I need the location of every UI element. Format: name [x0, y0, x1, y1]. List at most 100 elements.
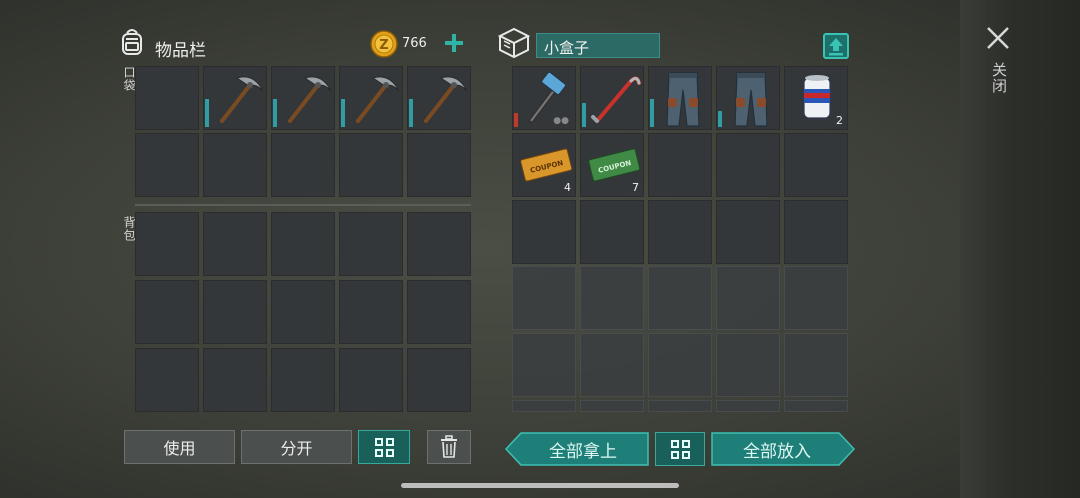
container-slot[interactable] — [716, 133, 780, 197]
container-name: 小盒子 — [544, 39, 590, 57]
backpack-slot[interactable] — [203, 212, 267, 276]
upload-button[interactable] — [822, 32, 850, 60]
container-slot[interactable] — [784, 133, 848, 197]
backpack-slot[interactable] — [135, 212, 199, 276]
backpack-slot[interactable] — [271, 212, 335, 276]
container-slot[interactable] — [716, 200, 780, 264]
close-label[interactable]: 关闭 — [989, 62, 1010, 94]
durability-bar — [582, 103, 586, 127]
durability-bar — [718, 111, 722, 127]
pocket-slot-empty[interactable] — [407, 133, 471, 197]
trash-button[interactable] — [427, 430, 471, 464]
grid-icon — [374, 437, 394, 457]
sort-grid-button[interactable] — [358, 430, 410, 464]
pickaxe-icon — [424, 76, 468, 123]
put-all-button[interactable]: 全部放入 — [711, 432, 855, 466]
container-slot-pants[interactable] — [716, 66, 780, 130]
pants-icon — [666, 72, 700, 127]
pickaxe-icon — [220, 76, 264, 123]
container-slot-coupon[interactable]: COUPON 4 — [512, 133, 576, 197]
container-slot-pants[interactable] — [648, 66, 712, 130]
durability-bar — [514, 113, 518, 127]
backpack-slot[interactable] — [339, 212, 403, 276]
durability-bar — [650, 99, 654, 127]
take-all-label: 全部拿上 — [549, 441, 617, 462]
container-slot[interactable] — [580, 200, 644, 264]
pocket-slot-empty[interactable] — [203, 133, 267, 197]
pickaxe-icon — [356, 76, 400, 123]
crowbar-icon — [591, 76, 641, 123]
grid-icon — [670, 439, 690, 459]
locked-slot — [784, 400, 848, 412]
coin-icon: Z — [370, 30, 398, 58]
right-band — [960, 0, 1080, 498]
backpack-slot[interactable] — [407, 280, 471, 344]
backpack-slot[interactable] — [135, 348, 199, 412]
container-slot-crowbar[interactable] — [580, 66, 644, 130]
backpack-slot[interactable] — [135, 280, 199, 344]
container-slot-coupon[interactable]: COUPON 7 — [580, 133, 644, 197]
trash-icon — [441, 435, 457, 458]
split-button[interactable]: 分开 — [241, 430, 352, 464]
add-coins-button[interactable] — [443, 32, 465, 54]
close-button[interactable] — [984, 24, 1012, 52]
durability-bar — [205, 99, 209, 127]
coin-amount: 766 — [402, 36, 427, 51]
container-slot[interactable] — [512, 200, 576, 264]
pickaxe-icon — [288, 76, 332, 123]
backpack-slot[interactable] — [407, 348, 471, 412]
backpack-slot[interactable] — [203, 348, 267, 412]
container-slot[interactable] — [648, 133, 712, 197]
take-all-button[interactable]: 全部拿上 — [505, 432, 649, 466]
pocket-slot-pickaxe[interactable] — [203, 66, 267, 130]
container-slot[interactable] — [784, 200, 848, 264]
backpack-slot[interactable] — [407, 212, 471, 276]
container-slot[interactable] — [648, 200, 712, 264]
use-button[interactable]: 使用 — [124, 430, 235, 464]
container-sort-button[interactable] — [655, 432, 705, 466]
backpack-icon — [116, 26, 148, 58]
locked-slot — [716, 400, 780, 412]
container-slot-hammer[interactable]: ●● — [512, 66, 576, 130]
container-name-field[interactable]: 小盒子 — [536, 33, 660, 58]
section-divider — [135, 204, 471, 206]
pocket-slot-empty[interactable] — [271, 133, 335, 197]
put-all-label: 全部放入 — [743, 441, 811, 462]
locked-slot — [580, 266, 644, 330]
item-quantity: 7 — [632, 181, 639, 194]
dots-icon: ●● — [553, 116, 569, 126]
locked-slot — [580, 400, 644, 412]
upload-icon — [823, 33, 849, 59]
locked-slot — [784, 333, 848, 397]
backpack-slot[interactable] — [339, 280, 403, 344]
locked-slot — [784, 266, 848, 330]
locked-slot — [512, 266, 576, 330]
item-quantity: 4 — [564, 181, 571, 194]
pocket-slot-empty[interactable] — [339, 133, 403, 197]
locked-slot — [648, 400, 712, 412]
container-slot-beer[interactable]: 2 — [784, 66, 848, 130]
pants-icon — [734, 72, 768, 127]
backpack-slot[interactable] — [271, 280, 335, 344]
locked-slot — [512, 400, 576, 412]
home-indicator[interactable] — [401, 483, 679, 488]
durability-bar — [273, 99, 277, 127]
pocket-slot-pickaxe[interactable] — [339, 66, 403, 130]
beer-can-icon — [803, 75, 831, 119]
backpack-slot[interactable] — [271, 348, 335, 412]
svg-text:Z: Z — [379, 38, 388, 53]
locked-slot — [648, 333, 712, 397]
locked-slot — [512, 333, 576, 397]
pocket-slot-empty[interactable] — [135, 133, 199, 197]
locked-slot — [716, 266, 780, 330]
backpack-slot[interactable] — [203, 280, 267, 344]
backpack-slot[interactable] — [339, 348, 403, 412]
pocket-slot-pickaxe[interactable] — [271, 66, 335, 130]
inventory-title: 物品栏 — [155, 41, 206, 61]
durability-bar — [341, 99, 345, 127]
coupon-icon: COUPON — [520, 148, 573, 182]
locked-slot — [580, 333, 644, 397]
coupon-icon: COUPON — [588, 148, 641, 182]
pocket-slot-empty[interactable] — [135, 66, 199, 130]
pocket-slot-pickaxe[interactable] — [407, 66, 471, 130]
